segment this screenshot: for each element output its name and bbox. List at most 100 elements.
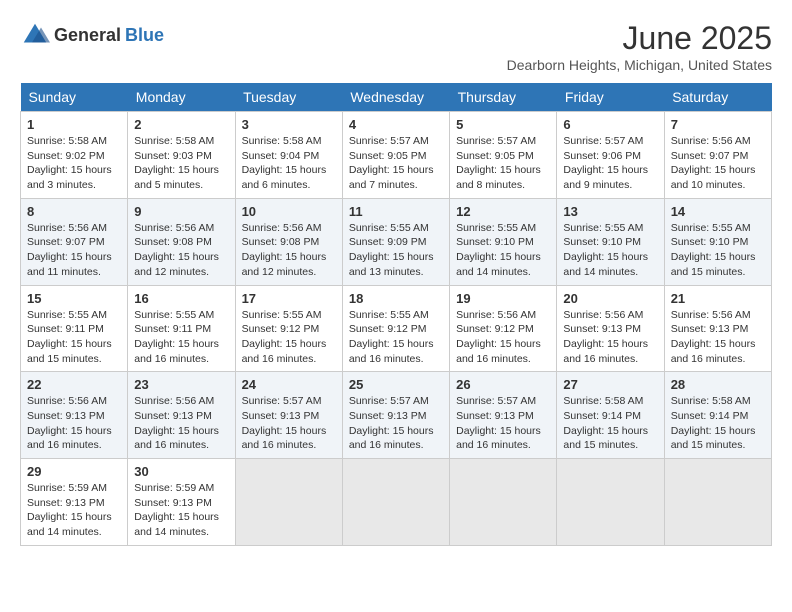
table-row: 29 Sunrise: 5:59 AMSunset: 9:13 PMDayligh… [21,459,128,546]
page-header: GeneralBlue June 2025 Dearborn Heights, … [20,20,772,73]
table-row: 6 Sunrise: 5:57 AMSunset: 9:06 PMDaylight… [557,112,664,199]
day-number: 28 [671,377,765,392]
day-number: 11 [349,204,443,219]
col-sunday: Sunday [21,83,128,112]
day-number: 4 [349,117,443,132]
col-saturday: Saturday [664,83,771,112]
day-number: 12 [456,204,550,219]
table-row: 19Sunrise: 5:56 AMSunset: 9:12 PMDayligh… [450,285,557,372]
calendar-week-5: 29 Sunrise: 5:59 AMSunset: 9:13 PMDayligh… [21,459,772,546]
day-number: 29 [27,464,121,479]
day-number: 9 [134,204,228,219]
table-row: 22Sunrise: 5:56 AMSunset: 9:13 PMDayligh… [21,372,128,459]
day-info: Sunrise: 5:57 AMSunset: 9:05 PMDaylight:… [349,135,434,191]
table-row: 21 Sunrise: 5:56 AMSunset: 9:13 PMDayligh… [664,285,771,372]
table-row: 11 Sunrise: 5:55 AMSunset: 9:09 PMDayligh… [342,198,449,285]
table-row: 7 Sunrise: 5:56 AMSunset: 9:07 PMDaylight… [664,112,771,199]
day-info: Sunrise: 5:56 AMSunset: 9:13 PMDaylight:… [134,395,219,451]
day-info: Sunrise: 5:58 AMSunset: 9:14 PMDaylight:… [563,395,648,451]
table-row: 2Sunrise: 5:58 AMSunset: 9:03 PMDaylight… [128,112,235,199]
day-info: Sunrise: 5:56 AMSunset: 9:13 PMDaylight:… [27,395,112,451]
table-row [342,459,449,546]
month-title: June 2025 [507,20,772,57]
col-wednesday: Wednesday [342,83,449,112]
day-info: Sunrise: 5:55 AMSunset: 9:10 PMDaylight:… [671,222,756,278]
calendar-week-4: 22Sunrise: 5:56 AMSunset: 9:13 PMDayligh… [21,372,772,459]
day-info: Sunrise: 5:56 AMSunset: 9:07 PMDaylight:… [27,222,112,278]
col-monday: Monday [128,83,235,112]
calendar-week-2: 8 Sunrise: 5:56 AMSunset: 9:07 PMDaylight… [21,198,772,285]
logo: GeneralBlue [20,20,164,50]
table-row: 27 Sunrise: 5:58 AMSunset: 9:14 PMDayligh… [557,372,664,459]
table-row: 23 Sunrise: 5:56 AMSunset: 9:13 PMDayligh… [128,372,235,459]
day-number: 13 [563,204,657,219]
table-row: 24 Sunrise: 5:57 AMSunset: 9:13 PMDayligh… [235,372,342,459]
day-number: 16 [134,291,228,306]
day-number: 3 [242,117,336,132]
day-info: Sunrise: 5:58 AMSunset: 9:14 PMDaylight:… [671,395,756,451]
day-info: Sunrise: 5:55 AMSunset: 9:10 PMDaylight:… [456,222,541,278]
day-number: 1 [27,117,121,132]
day-number: 6 [563,117,657,132]
day-info: Sunrise: 5:57 AMSunset: 9:06 PMDaylight:… [563,135,648,191]
table-row: 15 Sunrise: 5:55 AMSunset: 9:11 PMDayligh… [21,285,128,372]
day-info: Sunrise: 5:55 AMSunset: 9:09 PMDaylight:… [349,222,434,278]
day-info: Sunrise: 5:55 AMSunset: 9:10 PMDaylight:… [563,222,648,278]
day-info: Sunrise: 5:55 AMSunset: 9:12 PMDaylight:… [349,309,434,365]
day-info: Sunrise: 5:58 AMSunset: 9:02 PMDaylight:… [27,135,112,191]
day-info: Sunrise: 5:55 AMSunset: 9:12 PMDaylight:… [242,309,327,365]
table-row [235,459,342,546]
day-info: Sunrise: 5:55 AMSunset: 9:11 PMDaylight:… [134,309,219,365]
day-number: 8 [27,204,121,219]
day-info: Sunrise: 5:57 AMSunset: 9:13 PMDaylight:… [349,395,434,451]
day-info: Sunrise: 5:56 AMSunset: 9:13 PMDaylight:… [671,309,756,365]
day-info: Sunrise: 5:55 AMSunset: 9:11 PMDaylight:… [27,309,112,365]
day-info: Sunrise: 5:56 AMSunset: 9:08 PMDaylight:… [242,222,327,278]
table-row: 1 Sunrise: 5:58 AMSunset: 9:02 PMDaylight… [21,112,128,199]
table-row: 8 Sunrise: 5:56 AMSunset: 9:07 PMDaylight… [21,198,128,285]
table-row: 28 Sunrise: 5:58 AMSunset: 9:14 PMDayligh… [664,372,771,459]
day-info: Sunrise: 5:57 AMSunset: 9:13 PMDaylight:… [456,395,541,451]
day-number: 30 [134,464,228,479]
day-info: Sunrise: 5:57 AMSunset: 9:13 PMDaylight:… [242,395,327,451]
day-info: Sunrise: 5:58 AMSunset: 9:04 PMDaylight:… [242,135,327,191]
day-number: 18 [349,291,443,306]
day-number: 17 [242,291,336,306]
day-number: 14 [671,204,765,219]
day-number: 15 [27,291,121,306]
day-number: 23 [134,377,228,392]
col-friday: Friday [557,83,664,112]
table-row: 17 Sunrise: 5:55 AMSunset: 9:12 PMDayligh… [235,285,342,372]
table-row: 5Sunrise: 5:57 AMSunset: 9:05 PMDaylight… [450,112,557,199]
day-info: Sunrise: 5:58 AMSunset: 9:03 PMDaylight:… [134,135,219,191]
col-tuesday: Tuesday [235,83,342,112]
table-row: 9 Sunrise: 5:56 AMSunset: 9:08 PMDaylight… [128,198,235,285]
title-area: June 2025 Dearborn Heights, Michigan, Un… [507,20,772,73]
location-title: Dearborn Heights, Michigan, United State… [507,57,772,73]
table-row [557,459,664,546]
day-number: 5 [456,117,550,132]
day-info: Sunrise: 5:56 AMSunset: 9:13 PMDaylight:… [563,309,648,365]
table-row: 10Sunrise: 5:56 AMSunset: 9:08 PMDayligh… [235,198,342,285]
day-number: 19 [456,291,550,306]
table-row: 18 Sunrise: 5:55 AMSunset: 9:12 PMDayligh… [342,285,449,372]
table-row: 25 Sunrise: 5:57 AMSunset: 9:13 PMDayligh… [342,372,449,459]
table-row [450,459,557,546]
day-number: 21 [671,291,765,306]
table-row: 12 Sunrise: 5:55 AMSunset: 9:10 PMDayligh… [450,198,557,285]
day-number: 20 [563,291,657,306]
calendar-week-1: 1 Sunrise: 5:58 AMSunset: 9:02 PMDaylight… [21,112,772,199]
day-info: Sunrise: 5:59 AMSunset: 9:13 PMDaylight:… [27,482,112,538]
calendar: Sunday Monday Tuesday Wednesday Thursday… [20,83,772,546]
calendar-week-3: 15 Sunrise: 5:55 AMSunset: 9:11 PMDayligh… [21,285,772,372]
table-row: 16 Sunrise: 5:55 AMSunset: 9:11 PMDayligh… [128,285,235,372]
day-info: Sunrise: 5:56 AMSunset: 9:07 PMDaylight:… [671,135,756,191]
day-number: 27 [563,377,657,392]
table-row: 4 Sunrise: 5:57 AMSunset: 9:05 PMDaylight… [342,112,449,199]
day-number: 24 [242,377,336,392]
logo-blue: Blue [125,25,164,46]
day-number: 25 [349,377,443,392]
day-number: 7 [671,117,765,132]
logo-general: General [54,25,121,46]
day-info: Sunrise: 5:56 AMSunset: 9:08 PMDaylight:… [134,222,219,278]
